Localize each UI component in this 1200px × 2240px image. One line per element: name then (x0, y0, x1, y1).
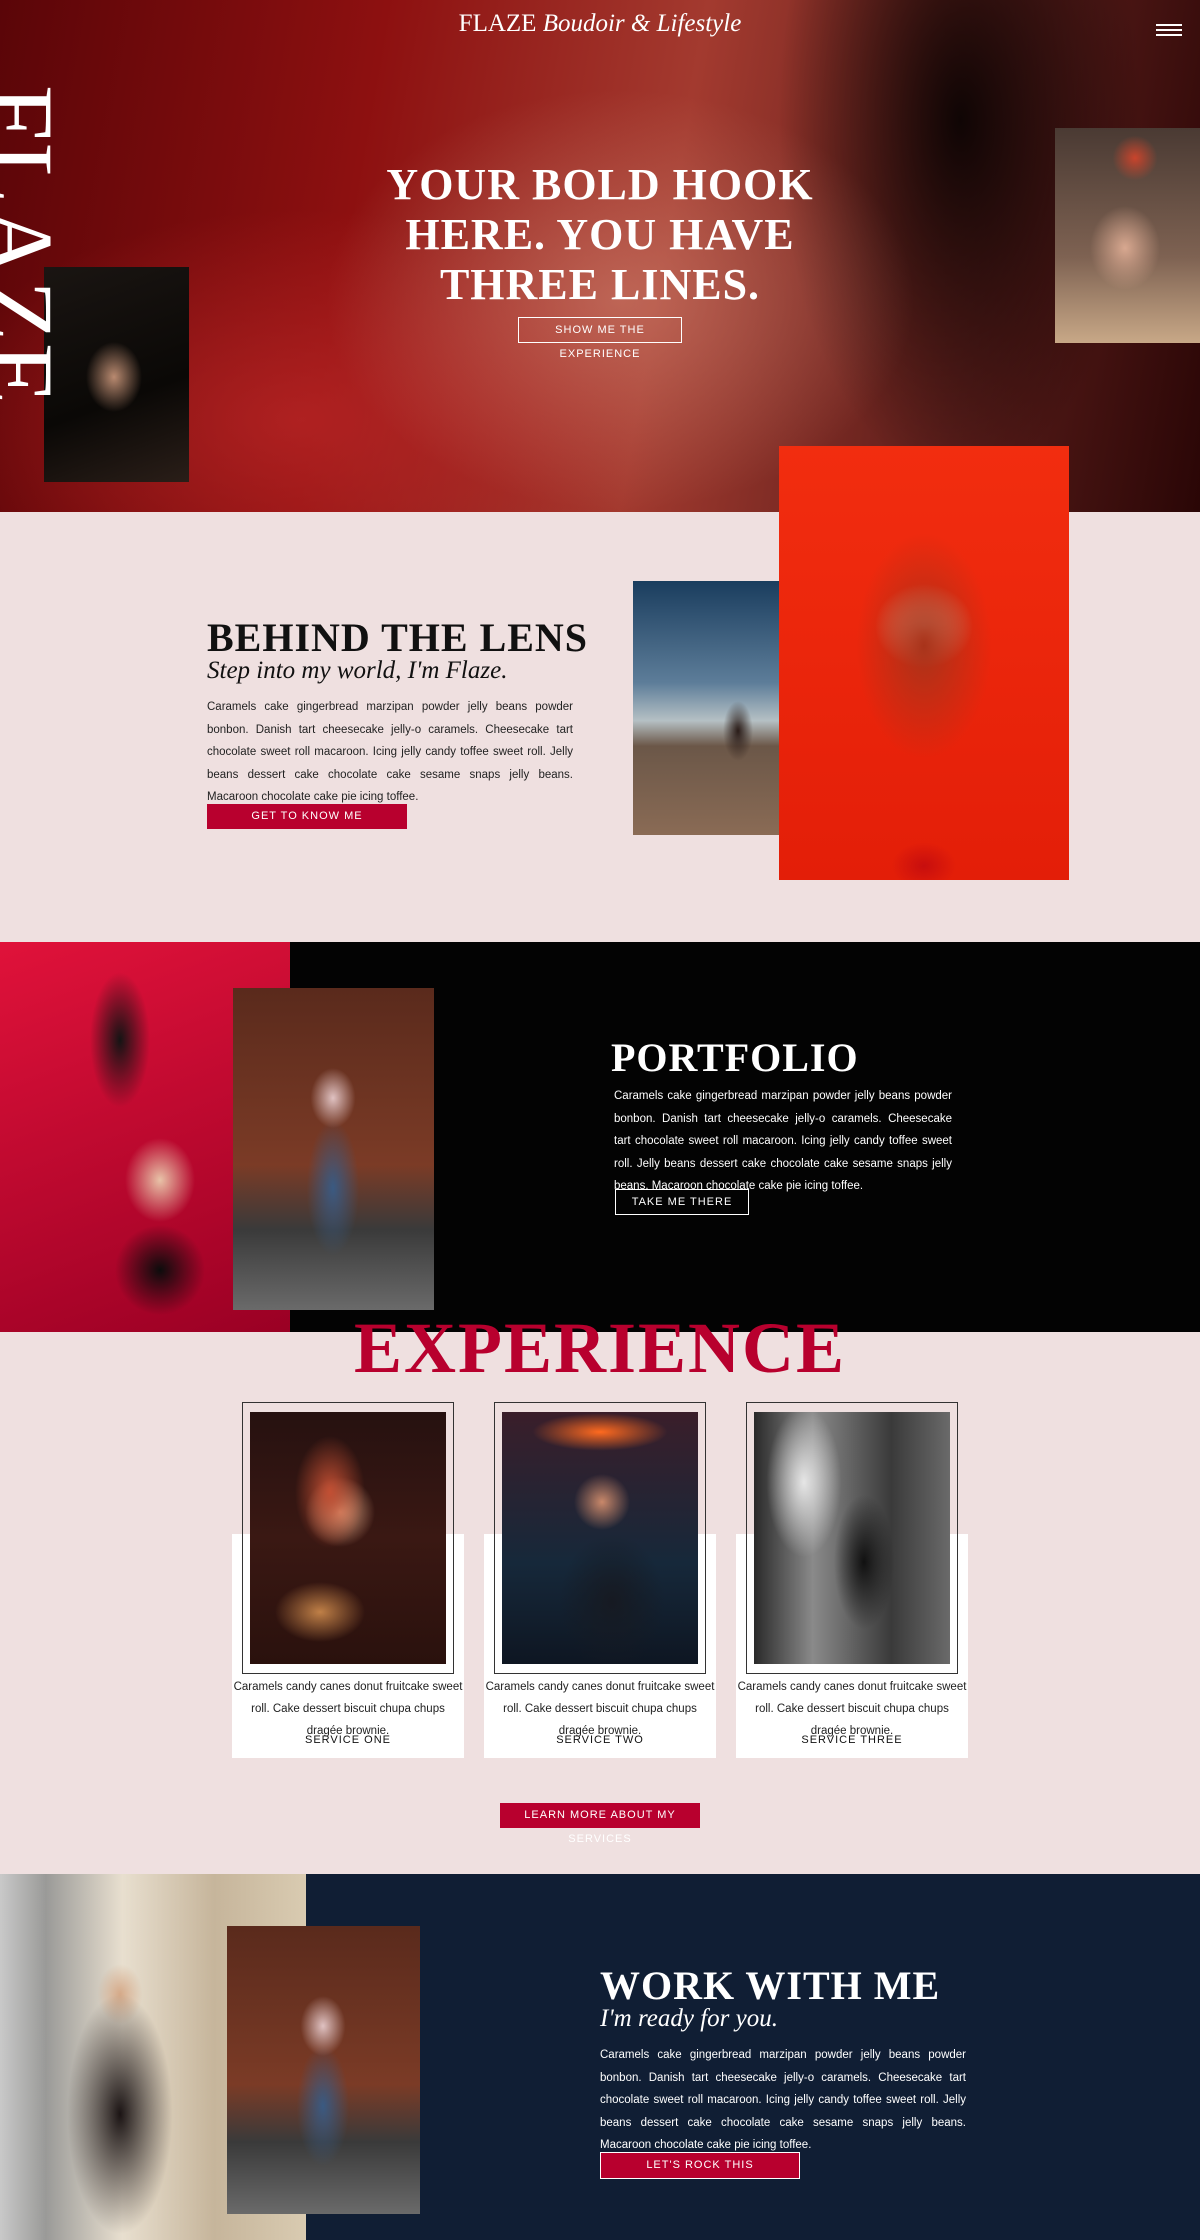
lens-subtitle: Step into my world, I'm Flaze. (207, 657, 508, 684)
site-logo[interactable]: FLAZE Boudoir & Lifestyle (0, 10, 1200, 38)
hero-headline-line-1: YOUR BOLD HOOK (386, 160, 814, 209)
hero-headline-line-3: THREE LINES. (439, 260, 761, 309)
service-text-2: Caramels candy canes donut fruitcake swe… (485, 1681, 715, 1737)
experience-title: EXPERIENCE (353, 1308, 847, 1388)
service-photo-1 (250, 1412, 446, 1664)
portfolio-body: Caramels cake gingerbread marzipan powde… (614, 1090, 952, 1192)
experience-section: EXPERIENCE Caramels candy canes donut fr… (0, 1312, 1200, 1874)
lens-photo-camera (779, 446, 1069, 880)
vertical-brand-mark: FLAZE (0, 85, 74, 407)
service-text-3: Caramels candy canes donut fruitcake swe… (737, 1681, 967, 1737)
hero-headline: YOUR BOLD HOOK HERE. YOU HAVE THREE LINE… (360, 160, 840, 310)
service-label-3: SERVICE THREE (801, 1734, 903, 1746)
lets-rock-this-button[interactable]: LET'S ROCK THIS (600, 2152, 800, 2179)
service-photo-2 (502, 1412, 698, 1664)
show-experience-button[interactable]: SHOW ME THE EXPERIENCE (518, 317, 682, 360)
get-to-know-me-button[interactable]: GET TO KNOW ME (207, 804, 407, 829)
work-photo-brick (227, 1926, 420, 2214)
service-label-1: SERVICE ONE (305, 1734, 391, 1746)
work-with-me-section: WORK WITH ME I'm ready for you. Caramels… (0, 1874, 1200, 2240)
portfolio-title: PORTFOLIO (611, 1035, 859, 1080)
lens-title: BEHIND THE LENS (207, 615, 589, 660)
hamburger-menu-icon[interactable] (1156, 24, 1182, 36)
hero-photo-right (1055, 128, 1200, 343)
hero-headline-line-2: HERE. YOU HAVE (405, 210, 795, 259)
lens-body: Caramels cake gingerbread marzipan powde… (207, 701, 573, 803)
lens-photo-beach (633, 581, 802, 835)
work-title: WORK WITH ME (600, 1963, 941, 2008)
portfolio-photo-duo (60, 950, 240, 1332)
portfolio-section: PORTFOLIO Caramels cake gingerbread marz… (0, 942, 1200, 1332)
logo-tagline: Boudoir & Lifestyle (542, 10, 742, 37)
service-label-2: SERVICE TWO (556, 1734, 644, 1746)
hero-section: FLAZE Boudoir & Lifestyle FLAZE YOUR BOL… (0, 0, 1200, 512)
portfolio-photo-brick (233, 988, 434, 1310)
work-subtitle: I'm ready for you. (600, 2005, 778, 2032)
take-me-there-button[interactable]: TAKE ME THERE (615, 1189, 749, 1215)
logo-name: FLAZE (458, 10, 537, 37)
service-photo-3 (754, 1412, 950, 1664)
service-text-1: Caramels candy canes donut fruitcake swe… (233, 1681, 463, 1737)
work-body: Caramels cake gingerbread marzipan powde… (600, 2049, 966, 2151)
learn-more-services-button[interactable]: LEARN MORE ABOUT MY SERVICES (500, 1803, 700, 1845)
